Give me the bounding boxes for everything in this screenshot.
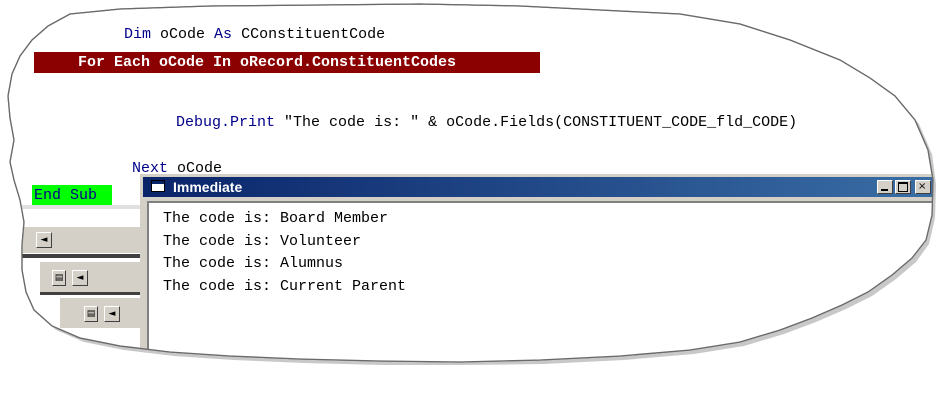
variable-ocode: oCode — [151, 26, 215, 43]
immediate-title: Immediate — [173, 179, 243, 195]
view-code-icon[interactable]: ▤ — [52, 270, 66, 286]
output-line: The code is: Board Member — [163, 210, 389, 227]
keyword-as: As — [214, 26, 233, 43]
immediate-titlebar[interactable]: Immediate × — [143, 177, 936, 197]
panel-divider — [20, 254, 140, 258]
scroll-left-icon-2[interactable]: ◄ — [72, 270, 88, 286]
keyword-dim: Dim — [124, 26, 152, 43]
minimize-icon[interactable] — [877, 180, 893, 194]
type-cconstituentcode: CConstituentCode — [232, 26, 386, 43]
close-icon[interactable]: × — [915, 180, 931, 194]
immediate-lines: The code is: Board Member The code is: V… — [149, 203, 936, 298]
debug-print-args: "The code is: " & oCode.Fields(CONSTITUE… — [275, 114, 798, 131]
code-editor: Dim oCode As CConstituentCode For Each o… — [0, 0, 936, 365]
panel-divider-2 — [40, 292, 140, 295]
scroll-left-icon-3[interactable]: ◄ — [104, 306, 120, 322]
code-line-debug-print[interactable]: Debug.Print "The code is: " & oCode.Fiel… — [122, 96, 797, 150]
maximize-icon[interactable] — [895, 180, 911, 194]
view-code-icon-2[interactable]: ▤ — [84, 306, 98, 322]
keyword-debug-print: Debug.Print — [176, 114, 276, 131]
editor-bottom-edge — [10, 205, 140, 209]
code-line-for-each[interactable]: For Each oCode In oRecord.ConstituentCod… — [78, 54, 456, 72]
output-divider — [215, 379, 216, 399]
immediate-window-icon — [151, 180, 165, 192]
output-line: The code is: Volunteer — [163, 232, 362, 250]
output-line: The code is: Alumnus — [163, 255, 344, 272]
screenshot-stage: Dim oCode As CConstituentCode For Each o… — [0, 0, 936, 365]
code-line-end-sub[interactable]: End Sub — [34, 187, 97, 205]
output-line: The code is: Current Parent — [163, 277, 407, 295]
properties-panel-strip — [60, 298, 140, 328]
scroll-left-icon[interactable]: ◄ — [36, 232, 52, 248]
